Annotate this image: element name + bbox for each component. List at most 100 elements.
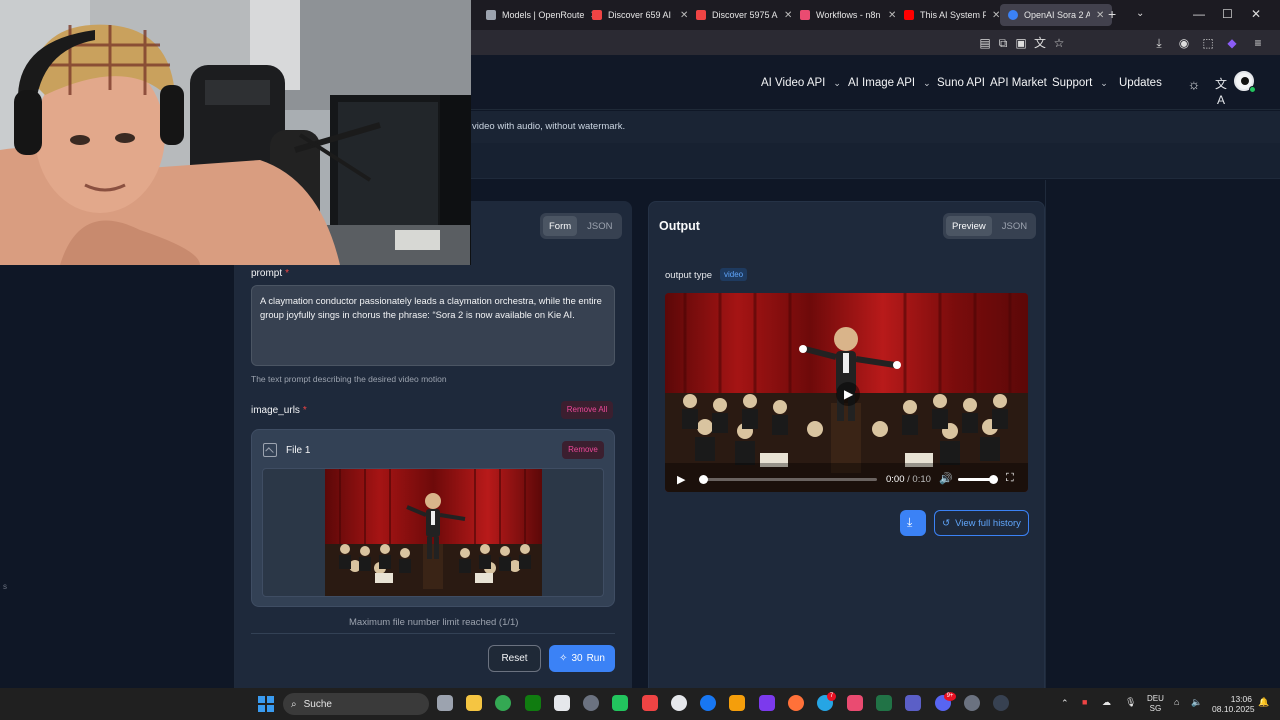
- progress-bar[interactable]: [699, 475, 877, 484]
- tab-list-button[interactable]: ⌄: [1136, 8, 1144, 19]
- youtube-icon[interactable]: [642, 695, 658, 711]
- input-view-toggle: Form JSON: [540, 213, 622, 239]
- excel-icon[interactable]: [876, 695, 892, 711]
- picture-icon[interactable]: ▣: [1014, 36, 1028, 50]
- tab-label: Discover 659 AI Chat: [608, 10, 674, 20]
- reset-button[interactable]: Reset: [488, 645, 541, 672]
- extension-icon[interactable]: ◆: [1225, 36, 1239, 50]
- chevron-down-icon: ⌄: [833, 78, 841, 88]
- image-urls-label: image_urls *: [251, 405, 307, 416]
- history-label: View full history: [955, 517, 1021, 529]
- prompt-textarea[interactable]: A claymation conductor passionately lead…: [251, 285, 615, 366]
- reader-icon[interactable]: ▤: [978, 36, 992, 50]
- required-mark: *: [302, 405, 307, 416]
- firefox-icon[interactable]: [788, 695, 804, 711]
- tray-overflow-icon[interactable]: ⌃: [1061, 698, 1069, 709]
- run-button[interactable]: ✧ 30 Run: [549, 645, 615, 672]
- app-icon[interactable]: [993, 695, 1009, 711]
- image-icon: [263, 443, 277, 457]
- screenshot-icon[interactable]: ⧉: [996, 36, 1010, 50]
- notifications-icon[interactable]: 🔔: [1258, 697, 1269, 708]
- volume-icon[interactable]: 🔊: [939, 472, 953, 485]
- file-limit-text: Maximum file number limit reached (1/1): [349, 617, 519, 628]
- account-icon[interactable]: ◉: [1177, 36, 1191, 50]
- play-icon[interactable]: ▶: [677, 473, 685, 486]
- uploaded-image-thumbnail[interactable]: [325, 469, 542, 596]
- download-button[interactable]: ⤓: [900, 510, 926, 536]
- nav-suno-api[interactable]: Suno API: [937, 77, 985, 89]
- translate-icon[interactable]: 文A: [1212, 76, 1230, 107]
- chevron-down-icon: ⌄: [923, 78, 931, 88]
- remove-all-button[interactable]: Remove All: [561, 401, 613, 419]
- file-explorer-icon[interactable]: [466, 695, 482, 711]
- site-icon: [592, 10, 602, 20]
- translate-page-icon[interactable]: 文: [1033, 36, 1047, 50]
- openai-icon[interactable]: [671, 695, 687, 711]
- nav-api-market[interactable]: API Market: [990, 77, 1047, 89]
- taskbar-search[interactable]: ⌕ Suche: [283, 693, 429, 715]
- volume-thumb[interactable]: [989, 475, 998, 484]
- play-icon: ▶: [844, 387, 854, 401]
- notification-badge: 9+: [944, 692, 956, 701]
- tab-json[interactable]: JSON: [581, 216, 618, 236]
- minimize-button[interactable]: —: [1193, 7, 1205, 21]
- tab-discover-ai-chat[interactable]: Discover 659 AI Chat ✕: [584, 4, 696, 26]
- app-icon[interactable]: [759, 695, 775, 711]
- tab-preview[interactable]: Preview: [946, 216, 992, 236]
- app-icon[interactable]: [847, 695, 863, 711]
- nav-support[interactable]: Support ⌄: [1052, 77, 1108, 89]
- volume-slider[interactable]: [958, 475, 998, 484]
- app-icon[interactable]: [964, 695, 980, 711]
- sun-icon[interactable]: ☼: [1186, 76, 1202, 92]
- video-player[interactable]: ▶ ▶ 0:00 / 0:10 🔊 ⛶: [665, 293, 1028, 492]
- time-display: 0:00 / 0:10: [886, 474, 931, 485]
- clock[interactable]: 13:06 08.10.2025: [1212, 694, 1255, 714]
- view-history-button[interactable]: ↺ View full history: [934, 510, 1029, 536]
- task-view-icon[interactable]: [437, 695, 453, 711]
- bookmark-star-icon[interactable]: ☆: [1052, 36, 1066, 50]
- network-icon[interactable]: ⌂: [1174, 697, 1179, 707]
- nav-label: API Market: [990, 77, 1047, 89]
- snipping-tool-icon[interactable]: [554, 695, 570, 711]
- tab-label: Workflows - n8n: [816, 10, 881, 20]
- progress-thumb[interactable]: [699, 475, 708, 484]
- window-close-button[interactable]: ✕: [1251, 7, 1261, 21]
- close-icon[interactable]: ✕: [1096, 10, 1104, 21]
- site-icon: [696, 10, 706, 20]
- menu-icon[interactable]: ≡: [1251, 36, 1265, 50]
- app-icon[interactable]: [612, 695, 628, 711]
- language-indicator[interactable]: DEU SG: [1147, 694, 1164, 714]
- remove-file-button[interactable]: Remove: [562, 441, 604, 459]
- tab-sora-api[interactable]: OpenAI Sora 2 API ✕: [1000, 4, 1113, 26]
- nav-ai-video-api[interactable]: AI Video API ⌄: [761, 77, 841, 89]
- chrome-icon[interactable]: [495, 695, 511, 711]
- tab-discover-auto[interactable]: Discover 5975 Auto ✕: [688, 4, 800, 26]
- tab-n8n-workflows[interactable]: Workflows - n8n ✕: [792, 4, 904, 26]
- tab-json[interactable]: JSON: [996, 216, 1033, 236]
- app-icon[interactable]: [583, 695, 599, 711]
- xbox-icon[interactable]: [525, 695, 541, 711]
- teams-icon[interactable]: [905, 695, 921, 711]
- cloud-icon[interactable]: ☁: [1102, 697, 1111, 708]
- windows-start-icon[interactable]: [258, 696, 274, 712]
- prompt-help-text: The text prompt describing the desired v…: [251, 374, 447, 384]
- extensions-icon[interactable]: ⬚: [1201, 36, 1215, 50]
- nav-ai-image-api[interactable]: AI Image API ⌄: [848, 77, 931, 89]
- download-icon[interactable]: ⤓: [1152, 36, 1166, 50]
- microphone-icon[interactable]: 🎙: [1125, 697, 1136, 708]
- tab-label: This AI System Posts: [920, 10, 986, 20]
- tab-form[interactable]: Form: [543, 216, 578, 236]
- maximize-button[interactable]: ☐: [1222, 7, 1233, 21]
- tray-app-icon[interactable]: ■: [1082, 697, 1087, 707]
- download-icon: ⤓: [907, 515, 913, 529]
- nav-updates[interactable]: Updates: [1119, 77, 1162, 89]
- fullscreen-icon[interactable]: ⛶: [1006, 472, 1014, 485]
- new-tab-button[interactable]: +: [1108, 6, 1116, 22]
- tab-youtube[interactable]: This AI System Posts ✕: [896, 4, 1008, 26]
- microsoft-store-icon[interactable]: [729, 695, 745, 711]
- divider: [1045, 180, 1046, 690]
- facebook-icon[interactable]: [700, 695, 716, 711]
- big-play-button[interactable]: ▶: [836, 382, 860, 406]
- clock-time: 13:06: [1230, 694, 1252, 704]
- speaker-icon[interactable]: 🔈: [1191, 697, 1202, 708]
